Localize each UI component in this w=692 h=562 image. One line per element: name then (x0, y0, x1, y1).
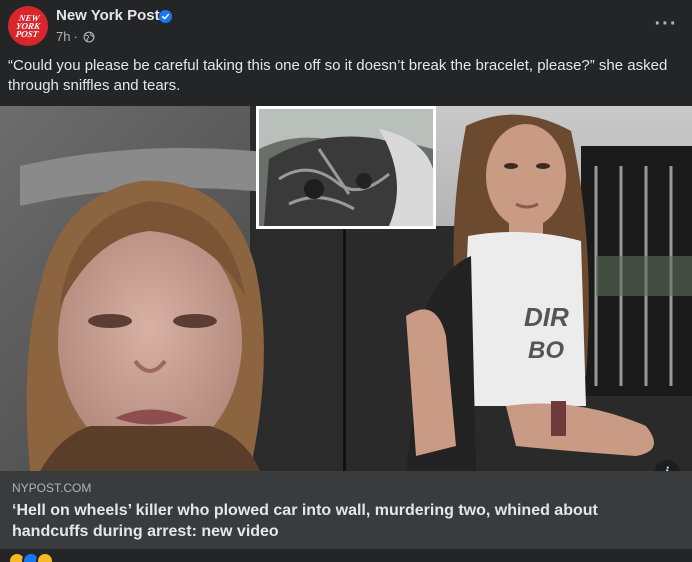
crashed-car-inset-photo (256, 106, 436, 229)
page-avatar[interactable]: NEW YORK POST (8, 6, 48, 46)
post-media[interactable]: DIR BO i (0, 106, 692, 471)
feed-post: NEW YORK POST New York Post 7h · ··· “Co… (0, 0, 692, 562)
post-caption: “Could you please be careful taking this… (8, 57, 668, 94)
meta-separator: · (73, 29, 78, 44)
post-timestamp[interactable]: 7h (56, 29, 70, 44)
post-meta: 7h · (56, 29, 95, 44)
reaction-summary[interactable] (8, 552, 54, 562)
link-domain: NYPOST.COM (12, 481, 92, 495)
page-name-link[interactable]: New York Post (56, 7, 160, 24)
svg-text:BO: BO (528, 337, 564, 364)
post-header: NEW YORK POST New York Post 7h · ··· (0, 0, 692, 52)
svg-text:DIR: DIR (524, 302, 569, 332)
link-preview[interactable]: NYPOST.COM ‘Hell on wheels’ killer who p… (0, 471, 692, 549)
verified-badge-icon (159, 10, 172, 23)
more-options-button[interactable]: ··· (650, 10, 682, 38)
sad-reaction-icon (36, 552, 54, 562)
avatar-logo-text: NEW YORK POST (14, 13, 41, 39)
link-title[interactable]: ‘Hell on wheels’ killer who plowed car i… (12, 500, 672, 542)
globe-icon[interactable] (83, 31, 95, 43)
